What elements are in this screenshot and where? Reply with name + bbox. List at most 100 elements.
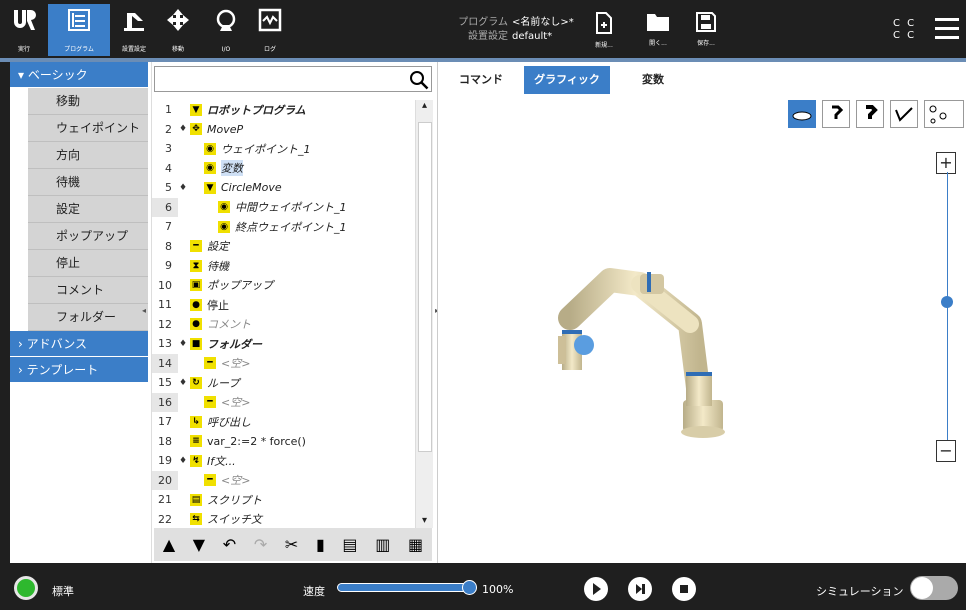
tree-row[interactable]: 17 ↳ 呼び出し <box>152 412 414 432</box>
tree-row[interactable]: 4 ◉ 変数 <box>152 159 414 179</box>
zoom-in-button[interactable]: + <box>936 152 956 174</box>
nav-installation-button[interactable]: 設置設定 <box>112 4 156 56</box>
play-button[interactable] <box>584 577 608 601</box>
node-label: ロボットプログラム <box>207 103 306 117</box>
view-right-button[interactable] <box>856 100 884 128</box>
speed-slider-thumb[interactable] <box>462 580 477 595</box>
simulation-toggle[interactable] <box>910 576 958 600</box>
nav-io-button[interactable]: I/O <box>204 4 248 56</box>
robot-arm-3d-view[interactable] <box>548 252 748 442</box>
suppress-icon[interactable]: ▦ <box>408 535 423 554</box>
sidebar-basic-header[interactable]: ▾ ベーシック <box>10 62 148 88</box>
tree-row[interactable]: 11 ● 停止 <box>152 295 414 315</box>
sidebar-item-wait[interactable]: 待機 <box>28 169 148 196</box>
expand-pin-icon[interactable]: ♦ <box>178 378 188 388</box>
speed-slider-track[interactable] <box>337 583 471 592</box>
tree-row[interactable]: 16 ━ <空> <box>152 392 414 412</box>
node-type-icon: ✥ <box>190 123 202 136</box>
nav-move-button[interactable]: 移動 <box>156 4 200 56</box>
scroll-up-icon[interactable]: ▴ <box>416 100 433 111</box>
cut-icon[interactable]: ✂ <box>285 535 298 554</box>
node-type-icon: ▼ <box>204 181 216 194</box>
tree-row[interactable]: 15 ♦ ↻ ループ <box>152 373 414 393</box>
undo-icon[interactable]: ↶ <box>223 535 236 554</box>
tree-row[interactable]: 5 ♦ ▼ CircleMove <box>152 178 414 198</box>
tree-row[interactable]: 14 ━ <空> <box>152 353 414 373</box>
node-label: 中間ウェイポイント_1 <box>235 201 347 215</box>
stop-icon <box>680 585 688 593</box>
tab-command[interactable]: コマンド <box>438 66 524 94</box>
nav-run-button[interactable]: 実行 <box>2 4 46 56</box>
tree-row[interactable]: 10 ▣ ポップアップ <box>152 276 414 296</box>
nav-program-button[interactable]: プログラム <box>48 4 110 56</box>
tree-row[interactable]: 7 ◉ 終点ウェイポイント_1 <box>152 217 414 237</box>
zoom-slider-thumb[interactable] <box>941 296 953 308</box>
sidebar-item-move[interactable]: 移動 <box>28 88 148 115</box>
line-number: 6 <box>152 197 178 217</box>
expand-pin-icon[interactable]: ♦ <box>178 339 188 349</box>
nav-program-label: プログラム <box>64 46 94 53</box>
tree-row[interactable]: 1 ▼ ロボットプログラム <box>152 100 414 120</box>
tree-row[interactable]: 22 ⇆ スイッチ文 <box>152 510 414 529</box>
sidebar-item-set[interactable]: 設定 <box>28 196 148 223</box>
tree-row[interactable]: 6 ◉ 中間ウェイポイント_1 <box>152 197 414 217</box>
sidebar-item-popup[interactable]: ポップアップ <box>28 223 148 250</box>
search-icon[interactable] <box>409 70 429 90</box>
tree-row[interactable]: 18 ≡ var_2:=2 * force() <box>152 432 414 452</box>
move-down-icon[interactable]: ▼ <box>193 535 205 554</box>
move-up-icon[interactable]: ▲ <box>163 535 175 554</box>
sidebar-item-halt[interactable]: 停止 <box>28 250 148 277</box>
robot-status-indicator[interactable] <box>14 576 38 600</box>
zoom-slider-track[interactable] <box>947 172 948 452</box>
sidebar-item-folder[interactable]: フォルダー <box>28 304 148 331</box>
tree-row[interactable]: 20 ━ <空> <box>152 470 414 490</box>
view-left-button[interactable] <box>822 100 850 128</box>
view-joints-button[interactable] <box>924 100 964 128</box>
open-file-button[interactable]: 開く... <box>640 12 676 54</box>
simulation-toggle-knob <box>911 577 933 599</box>
node-label: 待機 <box>207 259 229 273</box>
node-type-icon: ⇆ <box>190 513 202 526</box>
view-side-left-icon <box>832 105 844 119</box>
hamburger-menu-icon[interactable] <box>935 18 959 39</box>
copy-icon[interactable]: ▮ <box>316 535 325 554</box>
view-path-button[interactable] <box>890 100 918 128</box>
expand-pin-icon[interactable]: ♦ <box>178 183 188 193</box>
tree-row[interactable]: 8 ━ 設定 <box>152 237 414 257</box>
stop-button[interactable] <box>672 577 696 601</box>
sidebar-advanced-header[interactable]: › アドバンス <box>10 331 148 357</box>
sidebar-template-header[interactable]: › テンプレート <box>10 357 148 383</box>
tree-row[interactable]: 13 ♦ ■ フォルダー <box>152 334 414 354</box>
view-floor-button[interactable] <box>788 100 816 128</box>
tab-graphics[interactable]: グラフィック <box>524 66 610 94</box>
tree-row[interactable]: 12 ● コメント <box>152 315 414 335</box>
zoom-out-button[interactable]: − <box>936 440 956 462</box>
program-tree-list: 1 ▼ ロボットプログラム 2 ♦ ✥ MoveP 3 ◉ ウェイポイント_1 4 ◉ 変数 5 ♦ ▼ Cir… <box>152 100 414 528</box>
redo-icon[interactable]: ↷ <box>254 535 267 554</box>
sidebar-item-direction[interactable]: 方向 <box>28 142 148 169</box>
paste-icon[interactable]: ▤ <box>342 535 357 554</box>
expand-pin-icon[interactable]: ♦ <box>178 124 188 134</box>
speed-label: 速度 <box>303 585 325 598</box>
tree-row[interactable]: 21 ▤ スクリプト <box>152 490 414 510</box>
node-type-icon: ● <box>190 298 202 311</box>
search-input[interactable] <box>154 66 432 92</box>
tree-row[interactable]: 3 ◉ ウェイポイント_1 <box>152 139 414 159</box>
tree-row[interactable]: 9 ⧗ 待機 <box>152 256 414 276</box>
scroll-down-icon[interactable]: ▾ <box>416 515 433 526</box>
step-button[interactable] <box>628 577 652 601</box>
save-file-button[interactable]: 保存... <box>688 12 724 54</box>
new-file-button[interactable]: 新規... <box>586 12 622 54</box>
tree-scrollbar[interactable]: ▴ ▾ <box>415 100 433 528</box>
tree-row[interactable]: 19 ♦ ↯ If文... <box>152 451 414 471</box>
delete-icon[interactable]: ▥ <box>375 535 390 554</box>
program-name: <名前なし>* <box>512 17 574 28</box>
tree-row[interactable]: 2 ♦ ✥ MoveP <box>152 120 414 140</box>
tree-scroll-thumb[interactable] <box>418 122 432 452</box>
sidebar-item-comment[interactable]: コメント <box>28 277 148 304</box>
sidebar-item-waypoint[interactable]: ウェイポイント <box>28 115 148 142</box>
program-tree-icon <box>68 9 90 31</box>
nav-log-button[interactable]: ログ <box>248 4 292 56</box>
expand-pin-icon[interactable]: ♦ <box>178 456 188 466</box>
tab-variables[interactable]: 変数 <box>610 66 696 94</box>
